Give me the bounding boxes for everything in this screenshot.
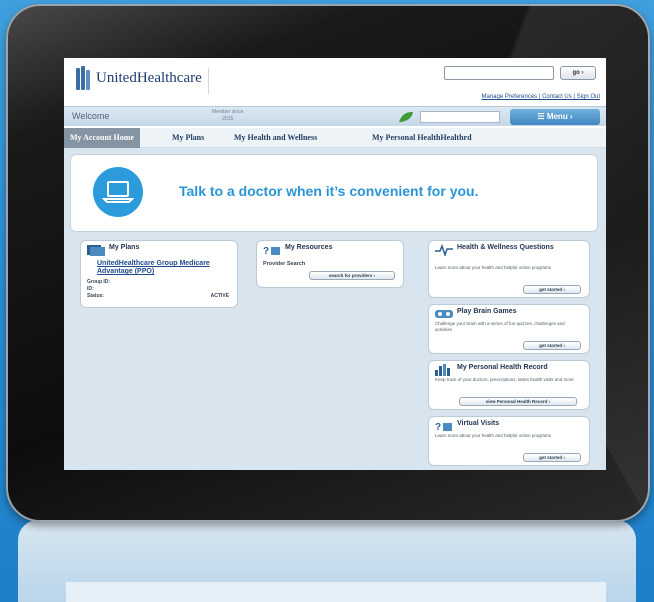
get-started-button[interactable]: get started › xyxy=(523,341,581,350)
id-label: ID: xyxy=(87,286,94,292)
hero-banner[interactable]: Talk to a doctor when it’s convenient fo… xyxy=(70,154,598,232)
card-desc: Challenge your brain with a series of fu… xyxy=(435,321,565,332)
get-started-button[interactable]: get started › xyxy=(523,285,581,294)
header-divider xyxy=(208,68,209,94)
tab-personal-health-record[interactable]: My Personal HealthHealthrd xyxy=(372,128,472,148)
svg-text:?: ? xyxy=(435,422,441,432)
plan-name-link[interactable]: UnitedHealthcare Group Medicare Advantag… xyxy=(97,260,237,276)
member-since-label: Member since xyxy=(212,109,244,115)
chart-icon xyxy=(435,364,450,376)
card-title: My Resources xyxy=(285,244,333,251)
welcome-text: Welcome xyxy=(72,111,110,121)
status-row: Status: ACTIVE xyxy=(87,293,229,299)
tab-health-wellness[interactable]: My Health and Wellness xyxy=(234,128,317,148)
card-desc: Keep track of your doctors, prescription… xyxy=(435,377,574,382)
tablet-screen: UnitedHealthcare go › Manage Preferences… xyxy=(64,58,606,470)
card-title: My Personal Health Record xyxy=(457,364,548,371)
tab-account-home[interactable]: My Account Home xyxy=(64,128,140,148)
svg-text:?: ? xyxy=(263,246,269,256)
utility-links[interactable]: Manage Preferences | Contact Us | Sign O… xyxy=(481,94,600,100)
search-providers-button[interactable]: search for providers › xyxy=(309,271,395,280)
menu-icon: ☰ xyxy=(537,112,547,121)
bar-search-input[interactable] xyxy=(420,111,500,123)
menu-label: Menu xyxy=(546,112,568,121)
card-title: Play Brain Games xyxy=(457,308,517,315)
virtual-visits-card: ? Virtual Visits Learn more about your h… xyxy=(428,416,590,466)
logo-mark-icon xyxy=(76,66,92,90)
main-nav: My Account Home My Plans My Health and W… xyxy=(64,128,606,148)
tab-my-plans[interactable]: My Plans xyxy=(172,128,204,148)
brain-icon xyxy=(435,310,453,318)
card-title: Health & Wellness Questions xyxy=(457,244,554,251)
people-icon: ? xyxy=(435,422,452,432)
go-button[interactable]: go › xyxy=(560,66,596,80)
card-desc: Learn more about your health and helpful… xyxy=(435,265,551,270)
leaf-icon xyxy=(399,112,413,122)
get-started-button[interactable]: get started › xyxy=(523,453,581,462)
group-id-row: Group ID: xyxy=(87,279,229,285)
personal-health-record-card: My Personal Health Record Keep track of … xyxy=(428,360,590,410)
member-since: Member since 2015 xyxy=(212,109,243,123)
main-content: Talk to a doctor when it’s convenient fo… xyxy=(64,148,606,470)
my-resources-card: ? My Resources Provider Search search fo… xyxy=(256,240,404,288)
member-since-year: 2015 xyxy=(222,116,234,122)
folder-icon xyxy=(87,245,105,256)
card-title: My Plans xyxy=(109,244,140,251)
logo[interactable]: UnitedHealthcare xyxy=(76,66,202,90)
people-icon: ? xyxy=(263,246,280,256)
health-wellness-card: Health & Wellness Questions Learn more a… xyxy=(428,240,590,298)
id-row: ID: xyxy=(87,286,229,292)
view-phr-button[interactable]: view Personal Health Record › xyxy=(459,397,577,406)
search-input[interactable] xyxy=(444,66,554,80)
welcome-bar: Welcome Member since 2015 ☰ Menu › xyxy=(64,106,606,126)
tablet-reflection xyxy=(18,520,636,602)
card-title: Virtual Visits xyxy=(457,420,500,427)
laptop-icon xyxy=(93,167,143,217)
reflection-screen xyxy=(66,582,606,602)
logo-text: UnitedHealthcare xyxy=(96,69,202,86)
my-plans-card: My Plans UnitedHealthcare Group Medicare… xyxy=(80,240,238,308)
brain-games-card: Play Brain Games Challenge your brain wi… xyxy=(428,304,590,354)
provider-search-label: Provider Search xyxy=(263,261,306,267)
menu-button[interactable]: ☰ Menu › xyxy=(510,109,600,125)
heartbeat-icon xyxy=(435,244,453,256)
group-id-label: Group ID: xyxy=(87,279,111,285)
site-header: UnitedHealthcare go › Manage Preferences… xyxy=(64,58,606,106)
status-value: ACTIVE xyxy=(210,293,229,299)
status-label: Status: xyxy=(87,293,104,299)
card-desc: Learn more about your health and helpful… xyxy=(435,433,551,438)
hero-text: Talk to a doctor when it’s convenient fo… xyxy=(179,183,479,199)
